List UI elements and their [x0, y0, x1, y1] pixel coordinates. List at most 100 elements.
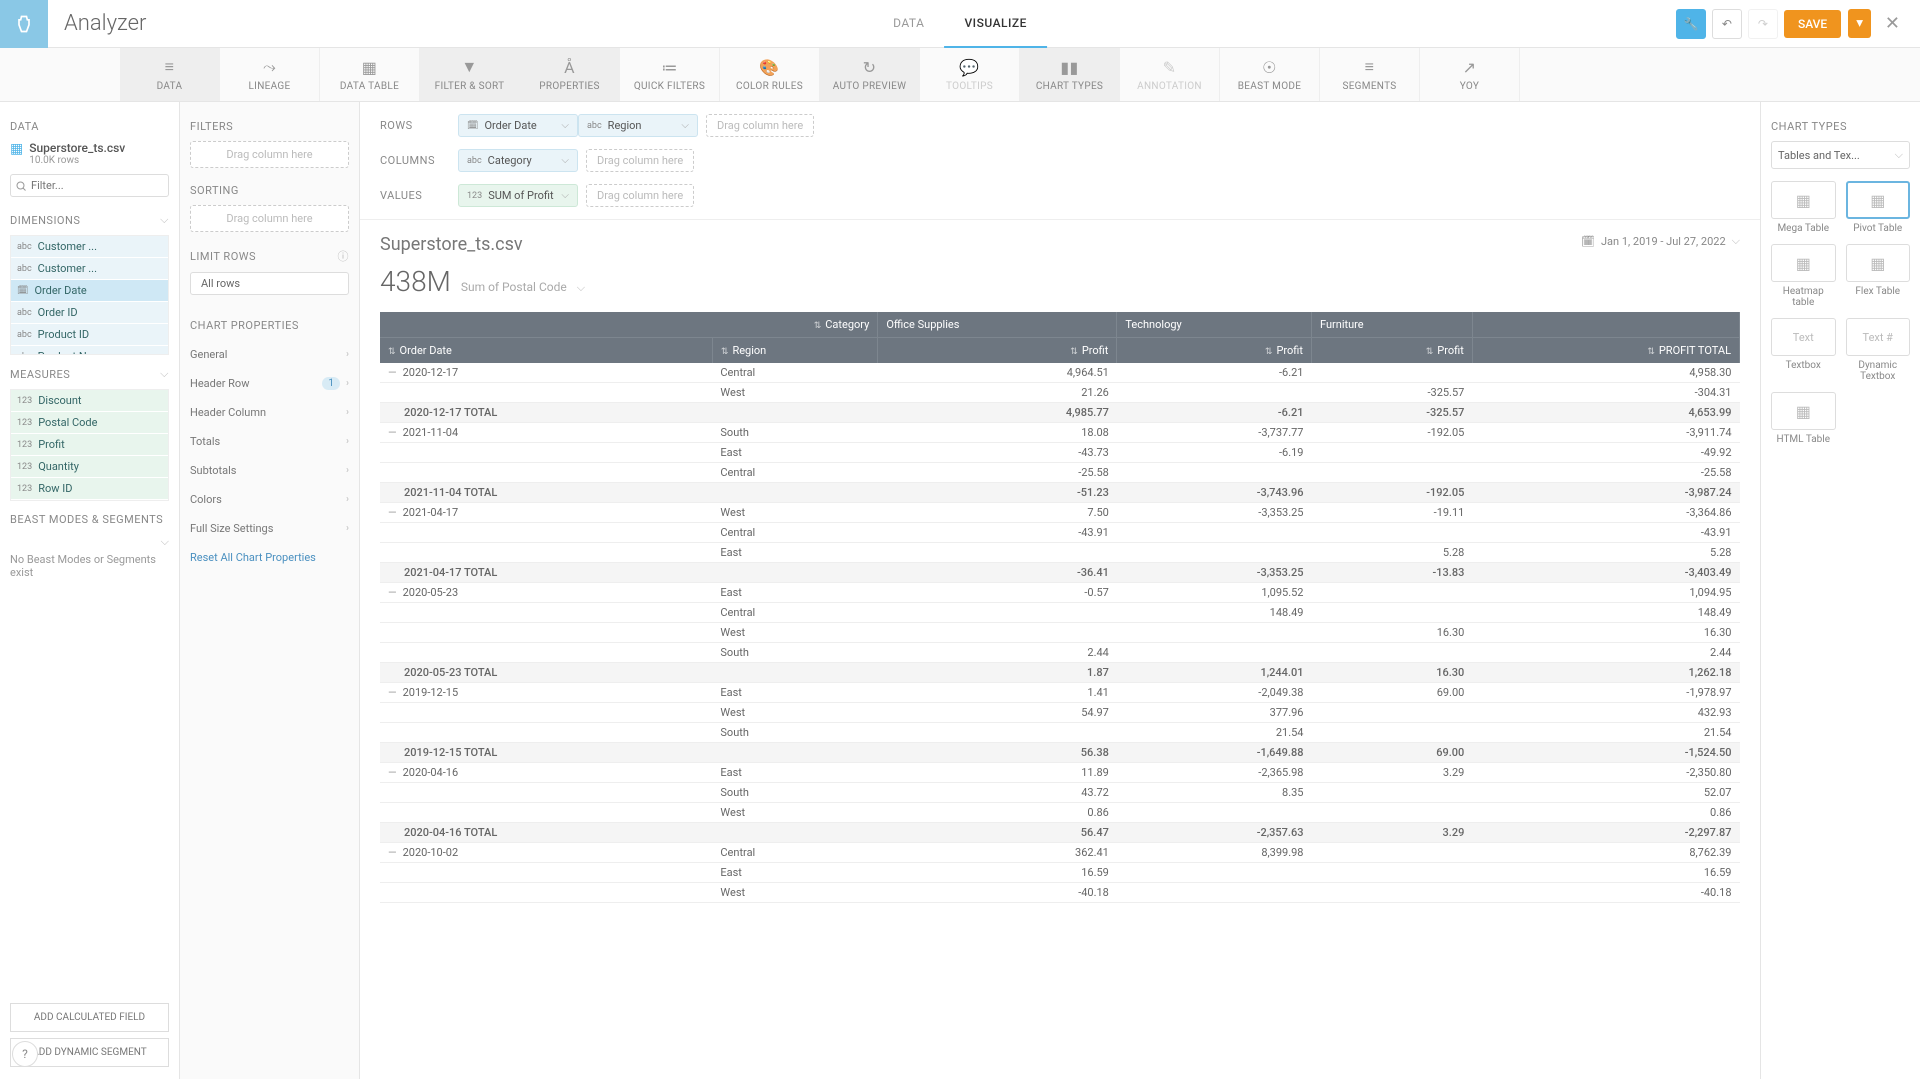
rows-dropzone[interactable]: Drag column here — [706, 114, 814, 137]
toolbar-beastmode[interactable]: ☉BEAST MODE — [1220, 48, 1320, 101]
profit-header-1[interactable]: ⇅Profit — [878, 338, 1117, 364]
toolbar-datatable[interactable]: ▦DATA TABLE — [320, 48, 420, 101]
table-total-row: 2021-04-17 TOTAL-36.41-3,353.25-13.83-3,… — [380, 563, 1740, 583]
info-icon[interactable]: ⓘ — [338, 248, 350, 264]
field-pill[interactable]: 123SUM of Profit⌵ — [458, 184, 578, 207]
beastmode-icon: ☉ — [1262, 58, 1277, 77]
collapse-icon[interactable]: — — [388, 846, 403, 859]
close-button[interactable]: ✕ — [1877, 13, 1908, 34]
dataset-icon: ▦ — [10, 141, 23, 157]
chart-type-flex-table[interactable]: ▦Flex Table — [1846, 244, 1911, 308]
region-header[interactable]: ⇅Region — [712, 338, 877, 364]
chart-property-item[interactable]: Full Size Settings› — [190, 514, 349, 543]
col-technology[interactable]: Technology — [1117, 312, 1312, 338]
table-row: —2021-11-04South18.08-3,737.77-192.05-3,… — [380, 423, 1740, 443]
toolbar-yoy[interactable]: ↗YOY — [1420, 48, 1520, 101]
chart-type-heatmap-table[interactable]: ▦Heatmap table — [1771, 244, 1836, 308]
table-row: —2020-04-16East11.89-2,365.983.29-2,350.… — [380, 763, 1740, 783]
measure-item[interactable]: 123Postal Code — [11, 412, 168, 434]
chart-property-item[interactable]: Colors› — [190, 485, 349, 514]
save-dropdown[interactable]: ▾ — [1848, 9, 1871, 38]
chart-type-pivot-table[interactable]: ▦Pivot Table — [1846, 181, 1911, 234]
collapse-icon[interactable]: — — [388, 766, 403, 779]
chart-property-item[interactable]: Subtotals› — [190, 456, 349, 485]
dimension-item[interactable]: abcCustomer ... — [11, 258, 168, 280]
profit-total-header[interactable]: ⇅PROFIT TOTAL — [1472, 338, 1739, 364]
tab-visualize[interactable]: VISUALIZE — [944, 0, 1046, 48]
dimension-item[interactable]: 🗓Order Date — [11, 280, 168, 302]
undo-button[interactable]: ↶ — [1712, 9, 1742, 39]
dimension-item[interactable]: abcCustomer ... — [11, 236, 168, 258]
collapse-icon[interactable]: — — [388, 426, 403, 439]
chevron-down-icon[interactable]: ⌵ — [160, 213, 169, 227]
chart-types-header: CHART TYPES — [1771, 120, 1910, 133]
chart-property-item[interactable]: General› — [190, 340, 349, 369]
chart-type-textbox[interactable]: TextTextbox — [1771, 318, 1836, 382]
filters-panel: FILTERS Drag column here SORTING Drag co… — [180, 102, 360, 1079]
toolbar-colorrules[interactable]: 🎨COLOR RULES — [720, 48, 820, 101]
chart-type-dynamic-textbox[interactable]: Text #Dynamic Textbox — [1846, 318, 1911, 382]
chevron-down-icon[interactable]: ⌵ — [577, 281, 585, 295]
measure-item[interactable]: 123Quantity — [11, 456, 168, 478]
chart-type-mega-table[interactable]: ▦Mega Table — [1771, 181, 1836, 234]
collapse-icon[interactable]: — — [388, 586, 403, 599]
chart-property-item[interactable]: Header Column› — [190, 398, 349, 427]
redo-button[interactable]: ↷ — [1748, 9, 1778, 39]
field-pill[interactable]: abcCategory⌵ — [458, 149, 578, 172]
field-pill[interactable]: abcRegion⌵ — [578, 114, 698, 137]
measure-item[interactable]: 123Discount — [11, 390, 168, 412]
chevron-down-icon[interactable]: ⌵ — [161, 535, 169, 548]
save-button[interactable]: SAVE — [1784, 10, 1841, 38]
columns-dropzone[interactable]: Drag column here — [586, 149, 694, 172]
toolbar-quickfilters[interactable]: ≔QUICK FILTERS — [620, 48, 720, 101]
chart-type-html-table[interactable]: ▦HTML Table — [1771, 392, 1836, 445]
chevron-down-icon: ⌵ — [1732, 234, 1740, 248]
toolbar-tooltips[interactable]: 💬TOOLTIPS — [920, 48, 1020, 101]
dataset-row[interactable]: ▦ Superstore_ts.csv 10.0K rows — [10, 141, 169, 166]
orderdate-header[interactable]: ⇅Order Date — [380, 338, 712, 364]
measure-item[interactable]: 123Row ID — [11, 478, 168, 500]
toolbar-properties[interactable]: ÅPROPERTIES — [520, 48, 620, 101]
chevron-right-icon: › — [346, 465, 349, 476]
toolbar-autopreview[interactable]: ↻AUTO PREVIEW — [820, 48, 920, 101]
reset-chart-properties-link[interactable]: Reset All Chart Properties — [190, 551, 349, 564]
main-panel: ROWS 🗓Order Date⌵abcRegion⌵ Drag column … — [360, 102, 1760, 1079]
chart-property-item[interactable]: Header Row1› — [190, 369, 349, 398]
chart-category-select[interactable]: Tables and Tex... ⌵ — [1771, 141, 1910, 169]
chevron-down-icon[interactable]: ⌵ — [160, 367, 169, 381]
col-furniture[interactable]: Furniture — [1311, 312, 1472, 338]
collapse-icon[interactable]: — — [388, 366, 403, 379]
table-row: South21.5421.54 — [380, 723, 1740, 743]
date-range[interactable]: 🗓 Jan 1, 2019 - Jul 27, 2022 ⌵ — [1581, 234, 1740, 248]
add-calculated-field-button[interactable]: ADD CALCULATED FIELD — [10, 1003, 169, 1032]
col-office-supplies[interactable]: Office Supplies — [878, 312, 1117, 338]
toolbar-annotation[interactable]: ✎ANNOTATION — [1120, 48, 1220, 101]
tab-data[interactable]: DATA — [873, 0, 944, 48]
values-dropzone[interactable]: Drag column here — [586, 184, 694, 207]
filter-input[interactable] — [10, 174, 169, 197]
table-row: West16.3016.30 — [380, 623, 1740, 643]
profit-header-2[interactable]: ⇅Profit — [1117, 338, 1312, 364]
limit-rows-select[interactable]: All rows — [190, 272, 349, 295]
toolbar-segments[interactable]: ≡SEGMENTS — [1320, 48, 1420, 101]
collapse-icon[interactable]: — — [388, 506, 403, 519]
toolbar-lineage[interactable]: ⤳LINEAGE — [220, 48, 320, 101]
chart-property-item[interactable]: Totals› — [190, 427, 349, 456]
profit-header-3[interactable]: ⇅Profit — [1311, 338, 1472, 364]
measure-item[interactable]: 123Profit — [11, 434, 168, 456]
field-pill[interactable]: 🗓Order Date⌵ — [458, 114, 578, 137]
app-logo — [0, 0, 48, 48]
help-button[interactable]: ? — [12, 1041, 38, 1067]
toolbar-charttypes[interactable]: ▮▮CHART TYPES — [1020, 48, 1120, 101]
dimension-item[interactable]: abcOrder ID — [11, 302, 168, 324]
toolbar-filtersort[interactable]: ▼FILTER & SORT — [420, 48, 520, 101]
dimension-item[interactable]: abcProduct ID — [11, 324, 168, 346]
collapse-icon[interactable]: — — [388, 686, 403, 699]
category-header[interactable]: ⇅Category — [380, 312, 878, 338]
toolbar-data[interactable]: ≡DATA — [120, 48, 220, 101]
dimension-item[interactable]: abcProduct N... — [11, 346, 168, 355]
sorting-dropzone[interactable]: Drag column here — [190, 205, 349, 232]
filters-dropzone[interactable]: Drag column here — [190, 141, 349, 168]
wrench-button[interactable]: 🔧 — [1676, 9, 1706, 39]
metric-label[interactable]: Sum of Postal Code — [461, 280, 567, 294]
